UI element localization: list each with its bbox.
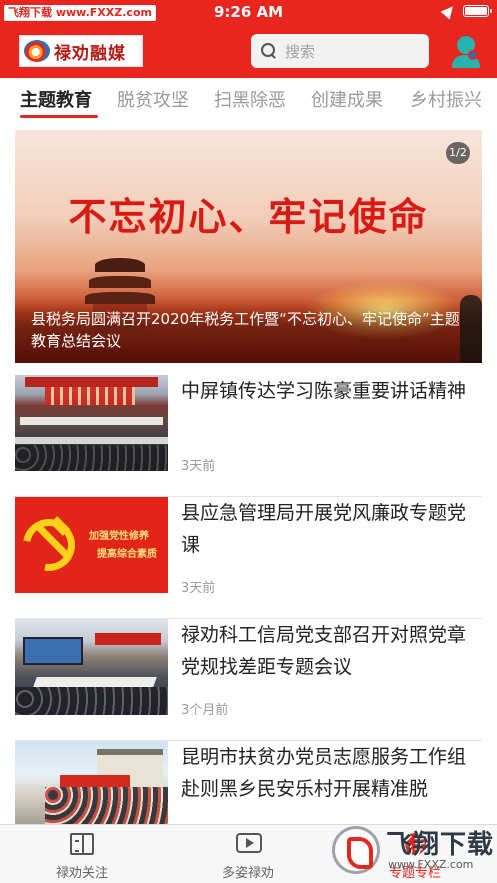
tab-rural-revitalization[interactable]: 乡村振兴 — [410, 86, 482, 112]
banner-slogan: 不忘初心、牢记使命 — [68, 194, 429, 239]
search-input[interactable]: 搜索 — [251, 34, 429, 68]
avatar-badge-icon — [468, 50, 478, 60]
search-placeholder: 搜索 — [285, 42, 316, 61]
banner-pagination: 1/2 — [446, 142, 470, 164]
status-indicators — [440, 2, 492, 20]
search-icon — [261, 43, 277, 59]
news-item[interactable]: 中屏镇传达学习陈豪重要讲话精神 3天前 — [15, 375, 482, 497]
active-tab-indicator — [20, 115, 98, 118]
news-item[interactable]: 禄劝科工信局党支部召开对照党章党规找差距专题会议 3个月前 — [15, 619, 482, 741]
news-thumbnail: 加强党性修养 提高综合素质 — [15, 497, 168, 593]
watermark-overlay: 飞翔下载 www.FXXZ.com — [332, 820, 495, 880]
status-time: 9:26 AM — [213, 3, 284, 21]
status-bar: 飞翔下载 www.FXXZ.com 9:26 AM — [0, 0, 497, 26]
sickle-icon — [15, 508, 86, 582]
video-icon — [236, 833, 262, 853]
tab-theme-education[interactable]: 主题教育 — [20, 86, 92, 112]
thumb-slogan: 提高综合素质 — [97, 549, 157, 560]
news-thumbnail — [15, 741, 168, 837]
banner-carousel[interactable]: 不忘初心、牢记使命 1/2 县税务局圆满召开2020年税务工作暨“不忘初心、牢记… — [15, 130, 482, 363]
news-time: 3个月前 — [181, 703, 229, 718]
watermark-url: www.FXXZ.com — [388, 858, 474, 871]
logo-mark-icon — [24, 40, 50, 62]
news-time: 3天前 — [181, 581, 216, 596]
tabbar-item-video[interactable]: 多姿禄劝 — [188, 825, 308, 883]
news-title: 县应急管理局开展党风廉政专题党课 — [181, 502, 467, 556]
tab-anti-crime[interactable]: 扫黑除恶 — [214, 86, 286, 112]
news-item[interactable]: 加强党性修养 提高综合素质 县应急管理局开展党风廉政专题党课 3天前 — [15, 497, 482, 619]
tab-poverty-alleviation[interactable]: 脱贫攻坚 — [117, 86, 189, 112]
book-icon — [70, 833, 94, 855]
news-title: 中屏镇传达学习陈豪重要讲话精神 — [181, 380, 467, 402]
logo-text: 禄劝融媒 — [54, 43, 126, 64]
news-time: 3天前 — [181, 459, 216, 474]
category-tabs: 主题教育 脱贫攻坚 扫黑除恶 创建成果 乡村振兴 — [0, 78, 497, 120]
tabbar-label: 禄劝关注 — [55, 866, 108, 881]
app-header: 禄劝融媒 搜索 — [0, 26, 497, 78]
news-thumbnail — [15, 375, 168, 471]
tabbar-item-focus[interactable]: 禄劝关注 — [22, 825, 142, 883]
watermark-logo-icon — [332, 826, 380, 874]
app-logo[interactable]: 禄劝融媒 — [19, 35, 143, 67]
banner-caption[interactable]: 县税务局圆满召开2020年税务工作暨“不忘初心、牢记使命”主题教育总结会议 — [15, 300, 482, 363]
user-avatar[interactable] — [452, 36, 480, 68]
battery-icon — [463, 5, 492, 17]
news-thumbnail — [15, 619, 168, 715]
tabbar-label: 多姿禄劝 — [221, 866, 274, 881]
news-title: 禄劝科工信局党支部召开对照党章党规找差距专题会议 — [181, 624, 467, 678]
location-icon — [440, 2, 458, 20]
watermark-text: 飞翔下载 — [386, 830, 495, 860]
tab-achievements[interactable]: 创建成果 — [311, 86, 383, 112]
news-title: 昆明市扶贫办党员志愿服务工作组赴则黑乡民安乐村开展精准脱 — [181, 746, 467, 800]
thumb-slogan: 加强党性修养 — [89, 531, 149, 542]
